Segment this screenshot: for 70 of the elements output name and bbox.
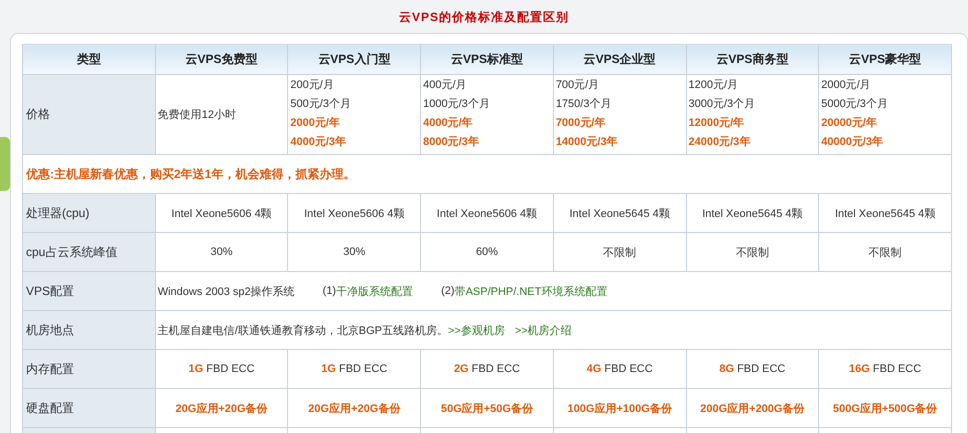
table-cell: 不限制	[553, 232, 686, 272]
link[interactable]: >>机房介绍	[514, 322, 572, 338]
table-cell: Intel Xeone5645 4颗	[686, 194, 819, 232]
link[interactable]: >>参观机房	[448, 322, 505, 338]
table-cell: 200G应用+200G备份	[686, 388, 819, 428]
price-text: 40000元/3年	[821, 134, 883, 150]
table-cell: 16G FBD ECC	[818, 350, 952, 388]
table-cell: 60%	[420, 232, 554, 272]
price-text: 14000元/3年	[556, 134, 618, 150]
promo-text: 优惠:主机屋新春优惠，购买2年送1年，机会难得，抓紧办理。	[22, 154, 952, 194]
table-cell: Intel Xeone5606 4颗	[155, 194, 288, 232]
table-cell: 不限制	[818, 232, 952, 272]
cell-text: Windows 2003 sp2操作系统	[158, 284, 295, 298]
table-cell: 100G应用+100G备份	[553, 388, 686, 428]
row-label: 机房地点	[22, 310, 156, 350]
table-cell: Intel Xeone5645 4颗	[818, 194, 952, 232]
price-text: 免费使用12小时	[158, 108, 236, 122]
side-tab[interactable]	[0, 137, 10, 191]
price-text: 500元/3个月	[290, 97, 351, 112]
table-cell: 30%	[288, 232, 421, 272]
column-header: 云VPS商务型	[686, 44, 819, 74]
page-title: 云VPS的价格标准及配置区别	[398, 9, 570, 26]
row-label: 内存配置	[22, 350, 156, 388]
row-label: 处理器(cpu)	[22, 194, 156, 232]
price-text: 20000元/年	[821, 116, 877, 131]
price-text: 700元/月	[556, 78, 600, 93]
price-text: 2000元/月	[821, 78, 871, 93]
table-cell: 2G FBD ECC	[420, 350, 554, 388]
link[interactable]: 带ASP/PHP/.NET环境系统配置	[454, 284, 608, 298]
price-text: 1200元/月	[688, 78, 738, 93]
price-text: 7000元/年	[556, 116, 606, 131]
column-header: 云VPS豪华型	[818, 44, 952, 74]
row-label: 硬盘配置	[22, 388, 156, 428]
price-text: 1750/3个月	[556, 97, 612, 112]
table-cell: 20G应用+20G备份	[288, 388, 421, 428]
table-cell: Intel Xeone5645 4颗	[553, 194, 686, 232]
table-cell: 4G FBD ECC	[553, 350, 686, 388]
row-label: 价格	[22, 74, 156, 154]
column-header: 云VPS企业型	[553, 44, 686, 74]
price-text: 2000元/年	[290, 116, 340, 131]
row-label: VPS配置	[22, 272, 156, 310]
table-cell: 20G应用+20G备份	[155, 388, 288, 428]
price-text: 1000元/3个月	[423, 97, 490, 112]
cell-text: (1)	[322, 285, 336, 297]
table-cell: 30%	[155, 232, 288, 272]
table-cell: Intel Xeone5606 4颗	[288, 194, 421, 232]
column-header: 云VPS标准型	[420, 44, 554, 74]
table-cell: 1G FBD ECC	[155, 350, 288, 388]
cell-text: 主机屋自建电信/联通铁通教育移动，北京BGP五线路机房。	[158, 324, 448, 338]
table-cell: 500G应用+500G备份	[818, 388, 952, 428]
table-cell: 1G FBD ECC	[288, 350, 421, 388]
table-cell: Intel Xeone5606 4颗	[420, 194, 554, 232]
price-text: 200元/月	[290, 78, 334, 93]
price-text: 24000元/3年	[688, 134, 750, 150]
price-text: 400元/月	[423, 78, 467, 93]
price-text: 8000元/3年	[423, 134, 479, 150]
column-header: 类型	[22, 44, 156, 74]
link[interactable]: 干净版系统配置	[336, 284, 414, 298]
price-text: 5000元/3个月	[821, 97, 888, 112]
price-text: 4000元/年	[423, 116, 473, 131]
table-cell: 8G FBD ECC	[686, 350, 819, 388]
table-cell: 50G应用+50G备份	[420, 388, 554, 428]
column-header: 云VPS免费型	[155, 44, 288, 74]
column-header: 云VPS入门型	[288, 44, 421, 74]
cell-text: (2)	[441, 285, 455, 297]
price-text: 12000元/年	[688, 116, 744, 131]
price-text: 3000元/3个月	[688, 97, 756, 112]
price-text: 4000元/3年	[290, 134, 346, 150]
table-cell: 不限制	[686, 232, 819, 272]
row-label: cpu占云系统峰值	[22, 232, 156, 272]
